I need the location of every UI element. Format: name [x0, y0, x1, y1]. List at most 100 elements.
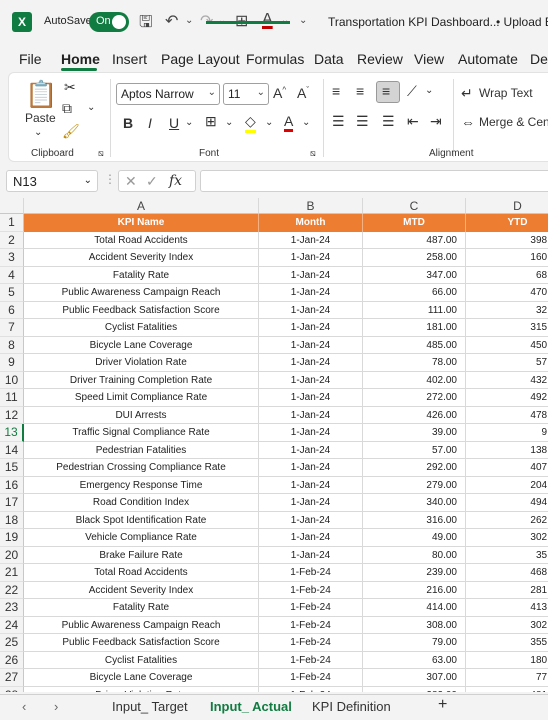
- underline-button[interactable]: U: [169, 115, 179, 131]
- decrease-indent-icon[interactable]: ⇤: [407, 113, 419, 130]
- align-left-icon[interactable]: ☰: [332, 113, 345, 130]
- row-header[interactable]: 3: [0, 249, 24, 267]
- table-cell[interactable]: Total Road Accidents: [24, 231, 259, 249]
- table-cell[interactable]: 302.00: [466, 617, 548, 634]
- insert-function-icon[interactable]: fx: [169, 173, 182, 189]
- table-cell[interactable]: 1-Jan-24: [259, 266, 363, 284]
- borders-icon[interactable]: ⊞: [205, 113, 217, 130]
- cut-icon[interactable]: ✂: [64, 79, 76, 96]
- table-cell[interactable]: Public Feedback Satisfaction Score: [24, 301, 259, 319]
- font-launcher-icon[interactable]: ⧅: [310, 148, 316, 159]
- table-cell[interactable]: 282.00: [363, 686, 466, 692]
- table-cell[interactable]: Public Feedback Satisfaction Score: [24, 634, 259, 652]
- row-header[interactable]: 4: [0, 266, 24, 284]
- table-cell[interactable]: 1-Feb-24: [259, 669, 363, 687]
- underline-dropdown-icon[interactable]: ⌄: [185, 117, 193, 128]
- row-header[interactable]: 21: [0, 564, 24, 582]
- table-cell[interactable]: Pedestrian Crossing Compliance Rate: [24, 459, 259, 477]
- autosave-toggle[interactable]: On: [89, 12, 129, 32]
- table-cell[interactable]: Public Awareness Campaign Reach: [24, 284, 259, 302]
- table-cell[interactable]: Bicycle Lane Coverage: [24, 336, 259, 354]
- header-cell[interactable]: KPI Name: [24, 214, 259, 232]
- row-header[interactable]: 19: [0, 529, 24, 547]
- table-cell[interactable]: 1-Jan-24: [259, 424, 363, 442]
- row-header[interactable]: 13: [0, 424, 24, 442]
- paste-label[interactable]: Paste: [25, 111, 56, 125]
- table-cell[interactable]: 1-Jan-24: [259, 231, 363, 249]
- scroll-tabs-right-icon[interactable]: ›: [54, 699, 58, 714]
- table-cell[interactable]: 292.00: [363, 459, 466, 477]
- orientation-icon[interactable]: ⟋: [407, 83, 417, 100]
- sheet-tab-input-target[interactable]: Input_ Target: [112, 699, 188, 714]
- upload-status[interactable]: • Upload B: [496, 15, 548, 29]
- table-cell[interactable]: 181.00: [363, 319, 466, 337]
- save-icon[interactable]: 🖫: [139, 11, 153, 38]
- table-cell[interactable]: 35.00: [466, 547, 548, 564]
- table-cell[interactable]: 1-Feb-24: [259, 564, 363, 582]
- table-cell[interactable]: Brake Failure Rate: [24, 546, 259, 564]
- sheet-tab-input-actual[interactable]: Input_ Actual: [210, 699, 292, 714]
- borders-dropdown-icon[interactable]: ⌄: [225, 117, 233, 128]
- table-cell[interactable]: Accident Severity Index: [24, 249, 259, 267]
- tab-page-layout[interactable]: Page Layout: [161, 51, 240, 67]
- merge-center-label[interactable]: Merge & Cente: [479, 115, 548, 129]
- align-right-icon[interactable]: ☰: [382, 113, 395, 130]
- tab-automate[interactable]: Automate: [458, 51, 518, 67]
- row-header[interactable]: 27: [0, 669, 24, 687]
- table-cell[interactable]: 308.00: [363, 616, 466, 634]
- table-cell[interactable]: 1-Jan-24: [259, 476, 363, 494]
- table-cell[interactable]: Vehicle Compliance Rate: [24, 529, 259, 547]
- header-cell[interactable]: Month: [259, 214, 363, 232]
- row-header[interactable]: 22: [0, 581, 24, 599]
- table-cell[interactable]: 111.00: [363, 301, 466, 319]
- table-cell[interactable]: 1-Feb-24: [259, 599, 363, 617]
- row-header[interactable]: 9: [0, 354, 24, 372]
- table-cell[interactable]: Cyclist Fatalities: [24, 319, 259, 337]
- name-box[interactable]: N13 ⌄: [6, 170, 98, 192]
- table-cell[interactable]: 340.00: [363, 494, 466, 512]
- table-cell[interactable]: 1-Jan-24: [259, 319, 363, 337]
- table-cell[interactable]: Accident Severity Index: [24, 581, 259, 599]
- table-cell[interactable]: 494.00: [466, 494, 548, 512]
- table-cell[interactable]: 204.00: [466, 477, 548, 494]
- table-cell[interactable]: 470.00: [466, 284, 548, 302]
- align-top-icon[interactable]: ≡: [332, 83, 340, 99]
- table-cell[interactable]: 414.00: [363, 599, 466, 617]
- table-cell[interactable]: 57.00: [363, 441, 466, 459]
- table-cell[interactable]: 1-Jan-24: [259, 406, 363, 424]
- row-header[interactable]: 18: [0, 511, 24, 529]
- formula-input[interactable]: [200, 170, 548, 192]
- font-name-combo[interactable]: Aptos Narrow ⌄: [116, 83, 220, 105]
- fill-color-dropdown-icon[interactable]: ⌄: [265, 117, 273, 128]
- table-cell[interactable]: 485.00: [363, 336, 466, 354]
- paste-dropdown-icon[interactable]: ⌄: [34, 127, 42, 138]
- merge-center-icon[interactable]: ⇔: [461, 114, 475, 130]
- font-size-combo[interactable]: 11 ⌄: [223, 83, 269, 105]
- table-cell[interactable]: 478.00: [466, 407, 548, 424]
- table-cell[interactable]: 1-Jan-24: [259, 336, 363, 354]
- table-cell[interactable]: 1-Jan-24: [259, 529, 363, 547]
- row-header[interactable]: 2: [0, 231, 24, 249]
- table-cell[interactable]: Fatality Rate: [24, 599, 259, 617]
- clipboard-launcher-icon[interactable]: ⧅: [98, 148, 104, 159]
- header-cell[interactable]: MTD: [363, 214, 466, 232]
- table-cell[interactable]: 1-Feb-24: [259, 651, 363, 669]
- table-cell[interactable]: 426.00: [363, 406, 466, 424]
- table-cell[interactable]: 1-Jan-24: [259, 284, 363, 302]
- table-cell[interactable]: 77.00: [466, 669, 548, 687]
- font-color-icon[interactable]: A: [262, 11, 273, 29]
- table-cell[interactable]: 66.00: [363, 284, 466, 302]
- table-cell[interactable]: 450.00: [466, 337, 548, 354]
- italic-button[interactable]: I: [148, 115, 152, 131]
- row-header[interactable]: 6: [0, 301, 24, 319]
- table-cell[interactable]: Emergency Response Time: [24, 476, 259, 494]
- table-cell[interactable]: 316.00: [363, 511, 466, 529]
- row-header[interactable]: 10: [0, 371, 24, 389]
- row-header[interactable]: 8: [0, 336, 24, 354]
- table-cell[interactable]: 413.00: [466, 599, 548, 617]
- table-cell[interactable]: Traffic Signal Compliance Rate: [24, 424, 259, 442]
- tab-view[interactable]: View: [414, 51, 444, 67]
- table-cell[interactable]: Bicycle Lane Coverage: [24, 669, 259, 687]
- table-cell[interactable]: 39.00: [363, 424, 466, 442]
- undo-dropdown-icon[interactable]: ⌄: [185, 15, 193, 26]
